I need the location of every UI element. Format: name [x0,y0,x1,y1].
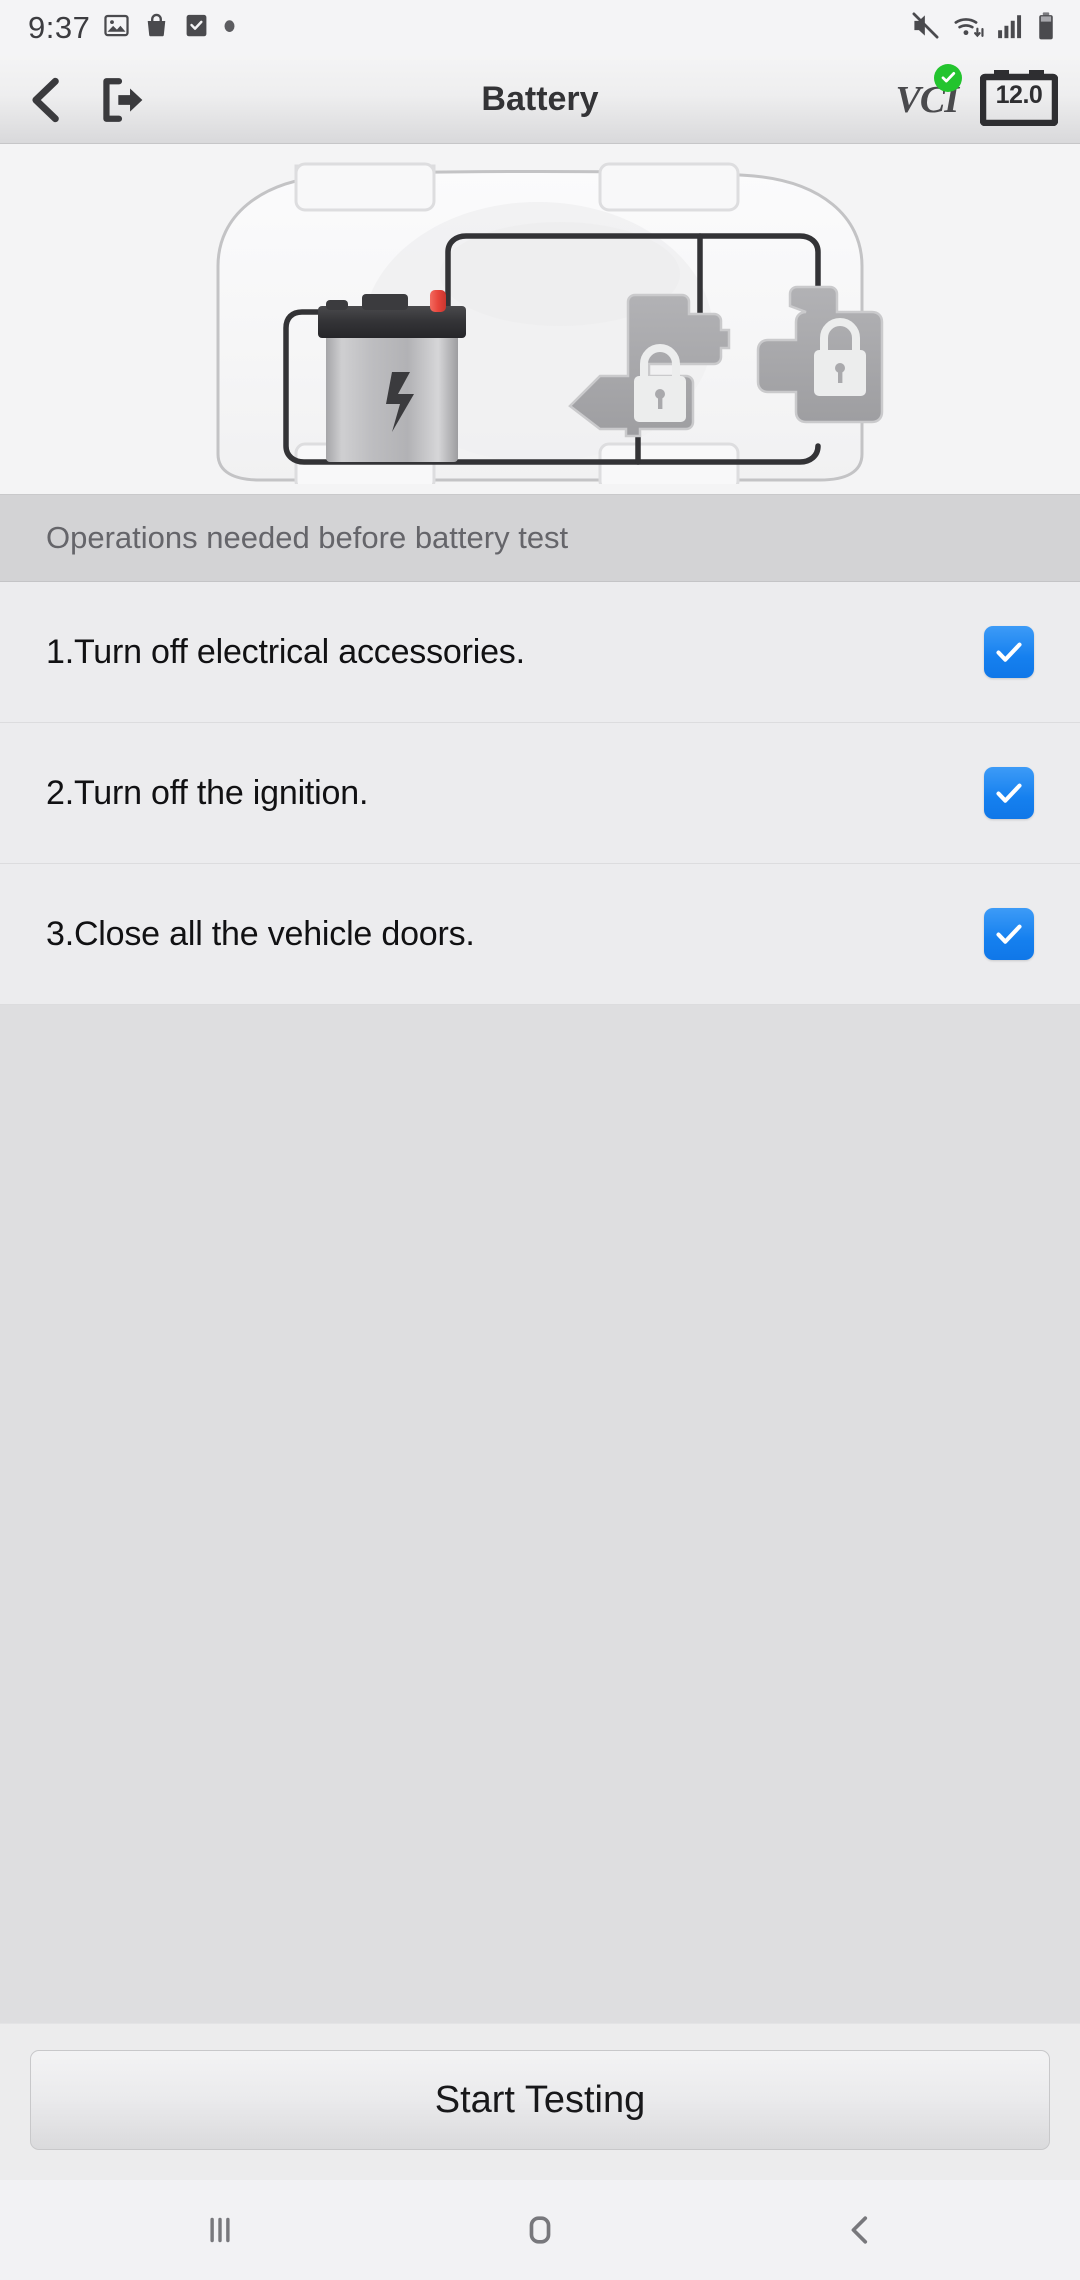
list-item[interactable]: 2.Turn off the ignition. [0,723,1080,864]
content-spacer [0,1005,1080,2023]
status-bar-left: 9:37 [28,10,236,46]
exit-arrow-icon[interactable] [98,75,148,125]
checklist-item-label: 1.Turn off electrical accessories. [46,632,525,671]
list-item[interactable]: 3.Close all the vehicle doors. [0,864,1080,1005]
battery-icon [1036,11,1056,46]
home-icon[interactable] [480,2180,600,2280]
positive-terminal [430,290,446,312]
wifi-icon [952,10,985,46]
vci-status[interactable]: VCI [896,63,962,122]
status-bar-clock: 9:37 [28,10,91,45]
checklist-checkbox-1[interactable] [984,626,1034,678]
check-circle-icon [934,63,962,92]
app-screen: 9:37 Battery VCI 12.0 Operations needed … [0,0,1080,2280]
car-battery [318,290,466,462]
dot-icon [223,12,236,44]
checkbox-app-icon [183,12,210,44]
checklist-item-label: 2.Turn off the ignition. [46,773,369,812]
list-item[interactable]: 1.Turn off electrical accessories. [0,582,1080,723]
checklist-checkbox-2[interactable] [984,767,1034,819]
vehicle-voltage-indicator[interactable]: 12.0 [979,68,1059,131]
image-icon [103,12,130,44]
app-header-right: VCI 12.0 [896,56,1059,143]
mute-icon [910,10,941,46]
section-header: Operations needed before battery test [0,494,1080,582]
status-bar: 9:37 [0,0,1080,56]
shopping-bag-icon [143,12,170,44]
voltage-value: 12.0 [995,81,1043,109]
checklist-checkbox-3[interactable] [984,908,1034,960]
checklist-item-label: 3.Close all the vehicle doors. [46,914,475,953]
checklist: 1.Turn off electrical accessories. 2.Tur… [0,582,1080,1005]
back-button[interactable] [24,75,68,125]
status-bar-right [910,0,1056,56]
app-header-left [24,75,148,125]
footer-action-bar: Start Testing [0,2023,1080,2180]
recent-apps-icon[interactable] [160,2180,280,2280]
app-header: Battery VCI 12.0 [0,56,1080,144]
cellular-signal-icon [996,11,1025,45]
vehicle-battery-wiring-diagram [0,144,1080,494]
start-testing-button[interactable]: Start Testing [30,2050,1050,2150]
android-nav-bar [0,2180,1080,2280]
nav-back-icon[interactable] [800,2180,920,2280]
